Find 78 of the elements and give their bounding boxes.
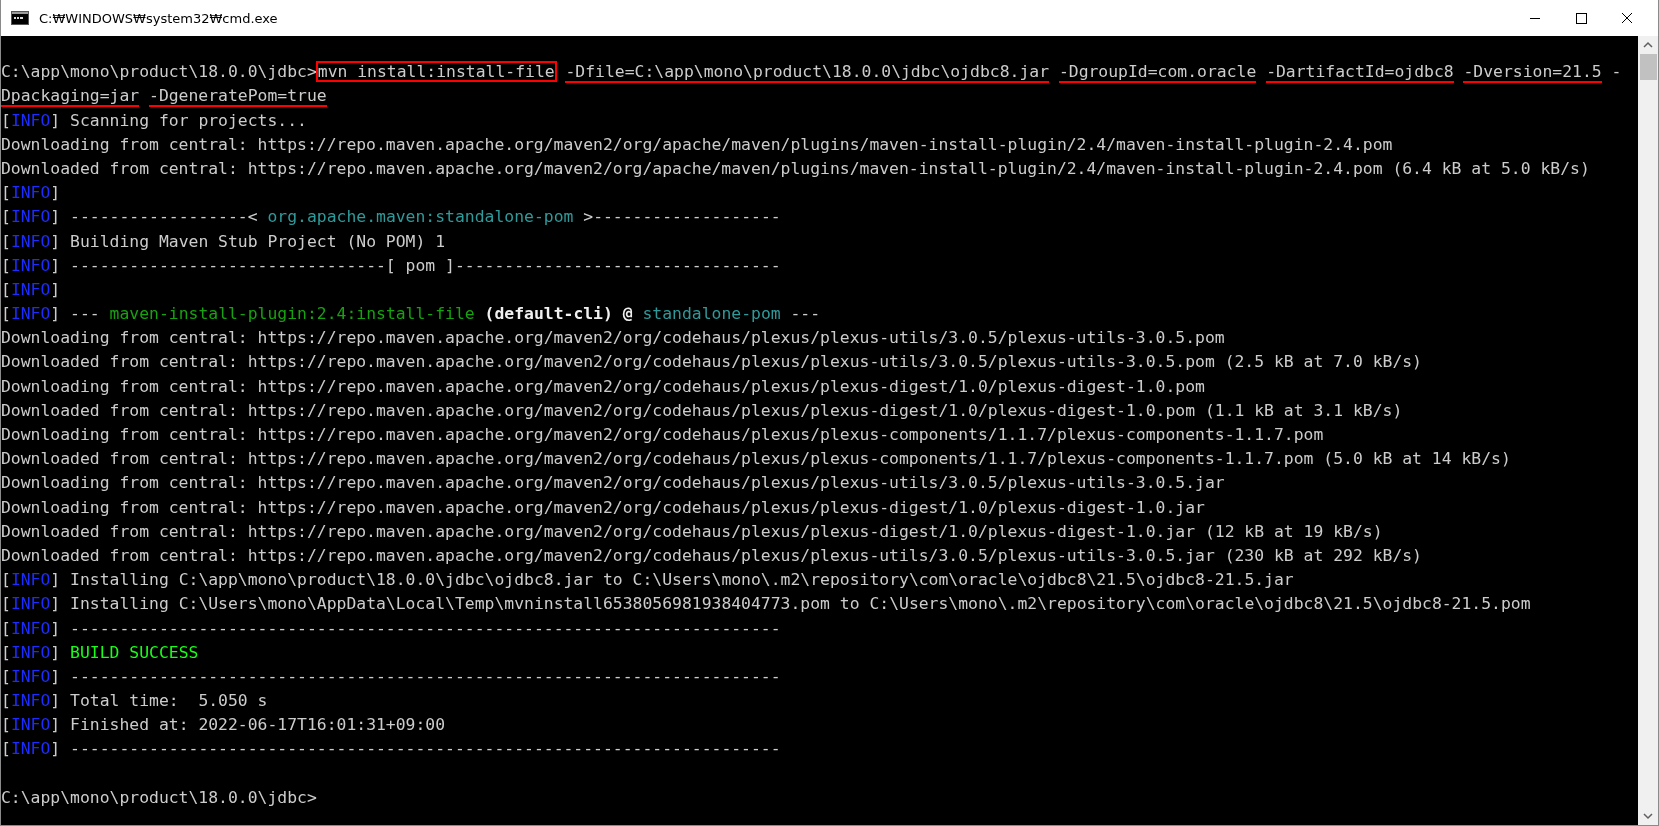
underlined-argument: Dpackaging=jar [1,86,140,108]
console-text: ] Installing C:\app\mono\product\18.0.0\jdbc\ojdbc8.jar to C:\Users\mono\.m2\repository\com\oracle\ojdbc8\21.5\ojdbc8-21.5.jar [50,570,1294,590]
console-text: ] --------------------------------[ pom ]--------------------------------- [50,255,781,275]
console-text: Downloading from central: https://repo.maven.apache.org/maven2/org/codehaus/plexus/plexus-components/1.1.7/plexus-components-1.1.7.pom [1,425,1324,444]
console-text: ] Building Maven Stub Project (No POM) 1 [50,231,446,251]
console-text: ] [50,279,61,299]
info-tag: INFO [10,666,51,686]
console-text: [ [1,279,11,299]
console-text: Downloading from central: https://repo.maven.apache.org/maven2/org/codehaus/plexus/plexus-utils/3.0.5/plexus-utils-3.0.5.jar [1,473,1225,493]
underlined-argument: -Dfile=C:\app\mono\product\18.0.0\jdbc\ojdbc8.jar [565,62,1050,84]
console-text: Downloading from central: https://repo.maven.apache.org/maven2/org/codehaus/plexus/plexus-digest/1.0/plexus-digest-1.0.pom [1,376,1205,396]
console-text: [ [1,110,11,130]
console-text: [ [1,304,11,324]
info-tag: INFO [10,279,51,299]
info-tag: INFO [10,231,51,251]
console-text: [ [1,570,11,590]
info-tag: INFO [10,255,51,275]
console-text: Downloaded from central: https://repo.maven.apache.org/maven2/org/codehaus/plexus/plexus-utils/3.0.5/plexus-utils-3.0.5.pom (2.5 kB at 7.0 kB/s) [1,352,1422,372]
info-tag: INFO [10,183,51,203]
info-tag: INFO [10,642,51,662]
info-tag: INFO [10,715,51,735]
console-text: Downloading from central: https://repo.maven.apache.org/maven2/org/apache/maven/plugins/maven-install-plugin/2.4/maven-install-plugin-2.4.pom [1,134,1393,154]
console-text: Downloaded from central: https://repo.maven.apache.org/maven2/org/codehaus/plexus/plexus-digest/1.0/plexus-digest-1.0.jar (12 kB at 19 kB/s) [1,521,1383,541]
console-text: (default-cli) @ [483,304,634,324]
console-text: ] --- [50,304,101,324]
console-text: ] ------------------------------------------------------------------------ [50,739,781,759]
underlined-argument: -DgeneratePom=true [149,86,327,108]
underlined-argument: -Dversion=21.5 [1463,62,1602,84]
console-text: ] Finished at: 2022-06-17T16:01:31+09:00 [50,715,446,735]
console-text: [ [1,207,11,227]
info-tag: INFO [10,691,51,711]
console-icon [11,11,29,25]
console-text: ] ------------------< [50,207,259,227]
info-tag: INFO [10,110,51,130]
project-name: standalone-pom [642,304,781,324]
boxed-command: mvn install:install-file [316,62,556,82]
console-text: [ [1,715,11,735]
console-text: ] Installing C:\Users\mono\AppData\Local\Temp\mvninstall6538056981938404773.pom to C:\Users\mono\.m2\repository\com\oracle\ojdbc8\21.5\ojdbc8-21.5.pom [50,594,1531,614]
console-text: ] Total time: 5.050 s [50,691,268,711]
console-text: Downloading from central: https://repo.maven.apache.org/maven2/org/codehaus/plexus/plexus-digest/1.0/plexus-digest-1.0.jar [1,497,1205,517]
console-text: ] ------------------------------------------------------------------------ [50,618,781,638]
console-text: [ [1,594,11,614]
info-tag: INFO [10,570,51,590]
underlined-argument: -DartifactId=ojdbc8 [1266,62,1454,84]
console-text: Downloaded from central: https://repo.maven.apache.org/maven2/org/codehaus/plexus/plexus-utils/3.0.5/plexus-utils-3.0.5.jar (230 kB at 292 kB/s) [1,545,1422,565]
scroll-thumb[interactable] [1639,54,1657,80]
console-text: --- [789,304,821,324]
console-text: ] ------------------------------------------------------------------------ [50,666,781,686]
console-text: [ [1,618,11,638]
console-text: ] [50,183,61,203]
console-text: C:\app\mono\product\18.0.0\jdbc> [1,62,317,82]
console-text: [ [1,183,11,203]
console-text: >------------------- [582,207,781,227]
console-text: [ [1,739,11,759]
console-text: Downloaded from central: https://repo.maven.apache.org/maven2/org/codehaus/plexus/plexus-components/1.1.7/plexus-components-1.1.7.pom (5.0 kB at 14 kB/s) [1,449,1511,469]
console-text: [ [1,666,11,686]
console-text: [ [1,255,11,275]
build-status: BUILD SUCCESS [70,642,199,662]
plugin-name: maven-install-plugin:2.4:install-file [109,304,475,324]
project-name: org.apache.maven:standalone-pom [267,207,574,227]
scrollbar[interactable] [1638,36,1658,825]
info-tag: INFO [10,594,51,614]
info-tag: INFO [10,739,51,759]
console-text: [ [1,691,11,711]
console-text: Downloaded from central: https://repo.maven.apache.org/maven2/org/codehaus/plexus/plexus-digest/1.0/plexus-digest-1.0.pom (1.1 kB at 3.1 kB/s) [1,400,1403,420]
console-text: [ [1,231,11,251]
console-text: Downloading from central: https://repo.maven.apache.org/maven2/org/codehaus/plexus/plexus-utils/3.0.5/plexus-utils-3.0.5.pom [1,328,1225,348]
console-text: - [1610,62,1622,82]
console-text: C:\app\mono\product\18.0.0\jdbc> [1,787,317,807]
info-tag: INFO [10,618,51,638]
console-text: ] Scanning for projects... [50,110,307,130]
console-text: [ [1,642,11,662]
console-text: ] [50,642,62,662]
info-tag: INFO [10,207,51,227]
console-text: Downloaded from central: https://repo.maven.apache.org/maven2/org/apache/maven/plugins/maven-install-plugin/2.4/maven-install-plugin-2.4.pom (6.4 kB at 5.0 kB/s) [1,158,1590,178]
window-title: C:₩WINDOWS₩system32₩cmd.exe [39,10,278,26]
underlined-argument: -DgroupId=com.oracle [1058,62,1257,84]
info-tag: INFO [10,304,51,324]
